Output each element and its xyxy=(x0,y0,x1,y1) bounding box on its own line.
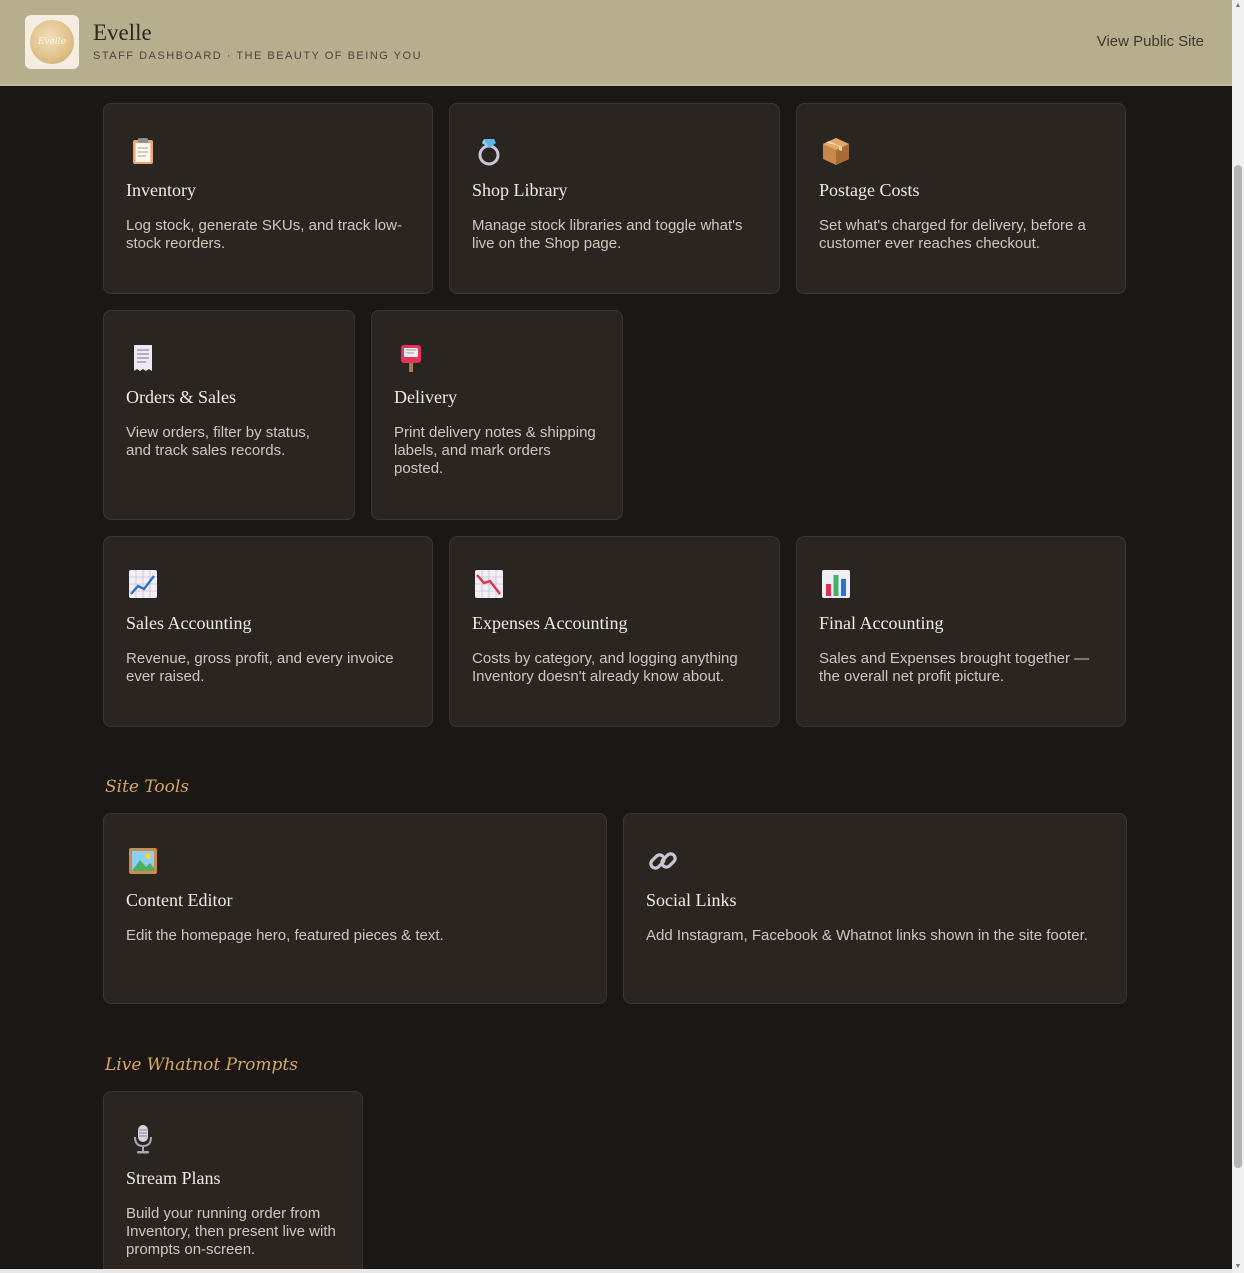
ring-icon xyxy=(472,134,506,168)
card-description: Set what's charged for delivery, before … xyxy=(819,217,1086,252)
card-description: Costs by category, and logging anything … xyxy=(472,650,738,685)
clipboard-icon xyxy=(126,134,160,168)
brand-logo[interactable]: Evelle xyxy=(25,15,79,69)
delivery-card[interactable]: Delivery Print delivery notes & shipping… xyxy=(371,310,623,520)
shop-library-card[interactable]: Shop Library Manage stock libraries and … xyxy=(449,103,780,294)
stream-plans-card[interactable]: Stream Plans Build your running order fr… xyxy=(103,1091,363,1273)
site-tools-heading: Site Tools xyxy=(105,777,190,797)
live-whatnot-heading: Live Whatnot Prompts xyxy=(105,1055,298,1075)
final-accounting-card[interactable]: Final Accounting Sales and Expenses brou… xyxy=(796,536,1126,727)
postage-costs-card[interactable]: Postage Costs Set what's charged for del… xyxy=(796,103,1126,294)
card-title: Postage Costs xyxy=(819,180,920,200)
card-description: Print delivery notes & shipping labels, … xyxy=(394,424,596,477)
social-links-card[interactable]: Social Links Add Instagram, Facebook & W… xyxy=(623,813,1127,1004)
card-description: Manage stock libraries and toggle what's… xyxy=(472,217,743,252)
receipt-icon xyxy=(126,341,160,375)
card-title: Sales Accounting xyxy=(126,613,252,633)
link-icon xyxy=(646,844,680,878)
sales-accounting-card[interactable]: Sales Accounting Revenue, gross profit, … xyxy=(103,536,433,727)
content-editor-card[interactable]: Content Editor Edit the homepage hero, f… xyxy=(103,813,607,1004)
logo-text: Evelle xyxy=(37,37,67,47)
card-title: Stream Plans xyxy=(126,1168,221,1188)
card-description: Build your running order from Inventory,… xyxy=(126,1205,336,1258)
card-description: Revenue, gross profit, and every invoice… xyxy=(126,650,394,685)
card-title: Inventory xyxy=(126,180,196,200)
card-description: View orders, filter by status, and track… xyxy=(126,424,310,459)
scrollbar-thumb[interactable] xyxy=(1234,165,1242,1168)
expenses-accounting-card[interactable]: Expenses Accounting Costs by category, a… xyxy=(449,536,780,727)
card-title: Expenses Accounting xyxy=(472,613,628,633)
microphone-icon xyxy=(126,1122,160,1156)
logo-emblem: Evelle xyxy=(30,20,74,64)
card-title: Social Links xyxy=(646,890,737,910)
horizontal-scrollbar[interactable] xyxy=(0,1269,1232,1273)
card-description: Edit the homepage hero, featured pieces … xyxy=(126,927,444,944)
postbox-icon xyxy=(394,341,428,375)
picture-icon xyxy=(126,844,160,878)
card-title: Content Editor xyxy=(126,890,233,910)
vertical-scrollbar[interactable]: ▲ ▼ xyxy=(1232,0,1244,1273)
card-title: Delivery xyxy=(394,387,457,407)
chart-up-icon xyxy=(126,567,160,601)
card-title: Shop Library xyxy=(472,180,568,200)
card-description: Sales and Expenses brought together — th… xyxy=(819,650,1090,685)
card-title: Final Accounting xyxy=(819,613,944,633)
card-title: Orders & Sales xyxy=(126,387,236,407)
scroll-up-arrow-icon[interactable]: ▲ xyxy=(1234,2,1242,10)
brand-subtitle: STAFF DASHBOARD · THE BEAUTY OF BEING YO… xyxy=(93,50,423,62)
chart-down-icon xyxy=(472,567,506,601)
card-description: Add Instagram, Facebook & Whatnot links … xyxy=(646,927,1088,944)
view-public-site-link[interactable]: View Public Site xyxy=(1097,33,1204,50)
top-header: Evelle Evelle STAFF DASHBOARD · THE BEAU… xyxy=(0,0,1232,86)
orders-sales-card[interactable]: Orders & Sales View orders, filter by st… xyxy=(103,310,355,520)
bar-chart-icon xyxy=(819,567,853,601)
brand-name: Evelle xyxy=(93,20,152,45)
scroll-down-arrow-icon[interactable]: ▼ xyxy=(1234,1263,1242,1271)
inventory-card[interactable]: Inventory Log stock, generate SKUs, and … xyxy=(103,103,433,294)
card-description: Log stock, generate SKUs, and track low-… xyxy=(126,217,402,252)
package-icon xyxy=(819,134,853,168)
